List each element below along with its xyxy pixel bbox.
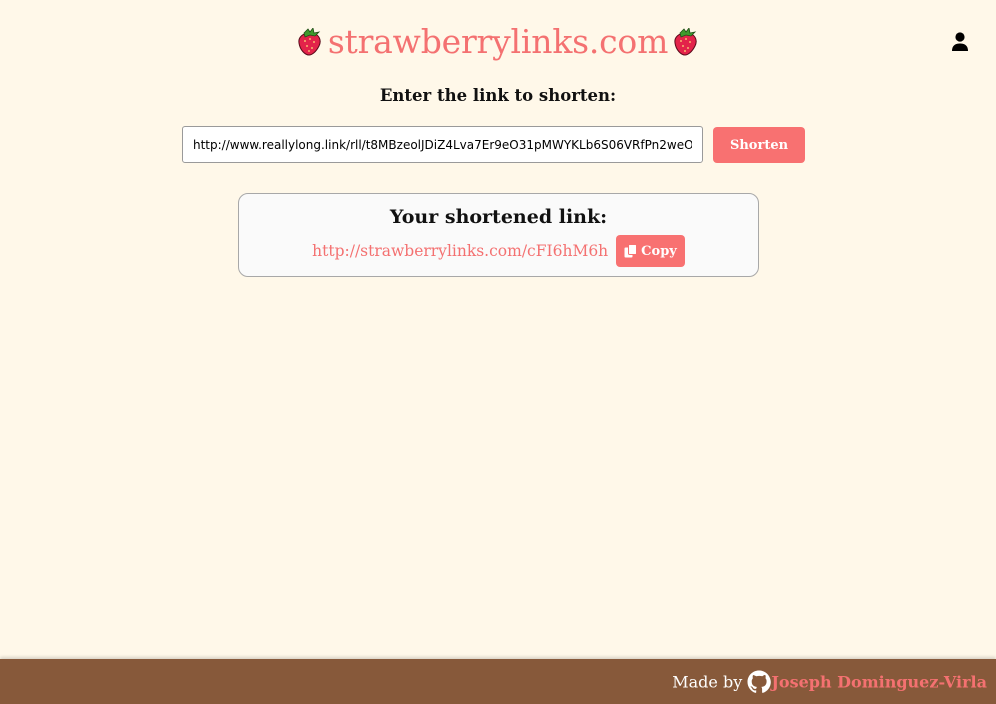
footer-credit: Made by Joseph Dominguez-Virla: [672, 670, 987, 694]
copy-button-label: Copy: [641, 243, 677, 259]
strawberry-icon: [674, 26, 697, 56]
page: strawberrylinks.com Enter the link to sh…: [0, 0, 996, 704]
github-icon[interactable]: [747, 670, 772, 694]
user-icon[interactable]: [950, 31, 970, 53]
result-row: http://strawberrylinks.com/cFI6hM6h Copy: [239, 235, 758, 267]
copy-button[interactable]: Copy: [616, 235, 685, 267]
author-link[interactable]: Joseph Dominguez-Virla: [771, 673, 987, 692]
made-by-text: Made by: [672, 672, 743, 692]
site-logo-text[interactable]: strawberrylinks.com: [328, 22, 669, 61]
shorten-button[interactable]: Shorten: [713, 127, 805, 163]
strawberry-icon: [298, 26, 321, 56]
result-title: Your shortened link:: [389, 206, 608, 228]
footer: Made by Joseph Dominguez-Virla: [0, 659, 996, 704]
site-header: strawberrylinks.com: [0, 22, 996, 61]
copy-icon: [624, 244, 638, 258]
long-url-input[interactable]: [182, 126, 703, 163]
shorten-prompt: Enter the link to shorten:: [379, 86, 617, 105]
result-card: Your shortened link: http://strawberryli…: [238, 193, 759, 277]
shortened-link[interactable]: http://strawberrylinks.com/cFI6hM6h: [312, 242, 608, 260]
